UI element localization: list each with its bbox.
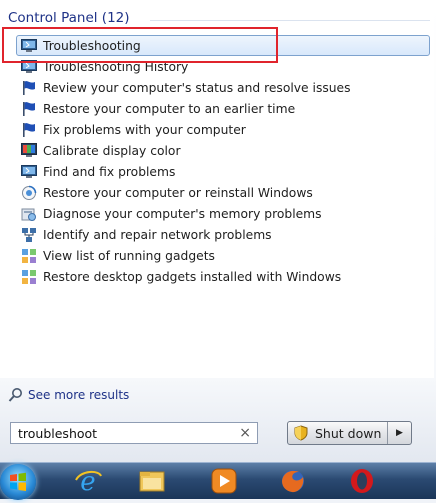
results-list: Troubleshooting Troubleshooting History …	[16, 35, 430, 287]
result-restore-gadgets[interactable]: Restore desktop gadgets installed with W…	[16, 266, 430, 287]
chevron-right-icon: ▶	[396, 428, 403, 438]
gadgets-icon	[21, 248, 37, 264]
result-calibrate-color[interactable]: Calibrate display color	[16, 140, 430, 161]
result-network-repair[interactable]: Identify and repair network problems	[16, 224, 430, 245]
annotation-highlight-box	[2, 27, 278, 63]
result-label: Diagnose your computer's memory problems	[43, 206, 322, 221]
search-input[interactable]	[16, 424, 230, 442]
result-diagnose-memory[interactable]: Diagnose your computer's memory problems	[16, 203, 430, 224]
result-review-status[interactable]: Review your computer's status and resolv…	[16, 77, 430, 98]
action-center-flag-icon	[21, 122, 37, 138]
result-label: Restore your computer to an earlier time	[43, 101, 296, 116]
see-more-results-link[interactable]: See more results	[8, 387, 129, 403]
media-player-icon[interactable]	[208, 465, 240, 497]
troubleshooting-icon	[21, 164, 37, 180]
admin-tools-icon	[21, 206, 37, 222]
windows-explorer-icon[interactable]	[136, 465, 168, 497]
shutdown-options-button[interactable]: ▶	[388, 428, 411, 438]
result-label: Calibrate display color	[43, 143, 181, 158]
search-icon	[8, 387, 24, 403]
windows-start-orb-icon[interactable]	[0, 464, 36, 500]
internet-explorer-icon[interactable]: e	[72, 465, 104, 497]
result-label: View list of running gadgets	[43, 248, 215, 263]
result-label: Fix problems with your computer	[43, 122, 246, 137]
search-results-area: Control Panel (12) Troubleshooting Troub…	[0, 0, 434, 378]
firefox-icon[interactable]	[277, 465, 309, 497]
result-find-fix[interactable]: Find and fix problems	[16, 161, 430, 182]
recovery-icon	[21, 185, 37, 201]
result-restore-reinstall[interactable]: Restore your computer or reinstall Windo…	[16, 182, 430, 203]
result-label: Identify and repair network problems	[43, 227, 272, 242]
result-running-gadgets[interactable]: View list of running gadgets	[16, 245, 430, 266]
shutdown-button-group: Shut down ▶	[287, 421, 412, 445]
result-label: Restore your computer or reinstall Windo…	[43, 185, 313, 200]
close-icon[interactable]: ×	[239, 425, 251, 441]
result-label: Review your computer's status and resolv…	[43, 80, 351, 95]
display-icon	[21, 143, 37, 159]
taskbar: e	[0, 462, 436, 500]
result-restore-earlier[interactable]: Restore your computer to an earlier time	[16, 98, 430, 119]
action-center-flag-icon	[21, 101, 37, 117]
action-center-flag-icon	[21, 80, 37, 96]
see-more-label: See more results	[28, 388, 130, 402]
result-label: Restore desktop gadgets installed with W…	[43, 269, 342, 284]
group-divider	[150, 20, 430, 21]
result-fix-problems[interactable]: Fix problems with your computer	[16, 119, 430, 140]
shutdown-label: Shut down	[315, 425, 382, 441]
result-label: Find and fix problems	[43, 164, 176, 179]
network-icon	[21, 227, 37, 243]
shutdown-button[interactable]: Shut down	[288, 422, 388, 444]
results-group-header[interactable]: Control Panel (12)	[8, 10, 130, 26]
shutdown-shield-icon	[293, 425, 309, 441]
search-field[interactable]: ×	[10, 422, 258, 444]
start-menu-panel: Control Panel (12) Troubleshooting Troub…	[0, 0, 436, 462]
gadgets-icon	[21, 269, 37, 285]
opera-icon[interactable]	[346, 465, 378, 497]
